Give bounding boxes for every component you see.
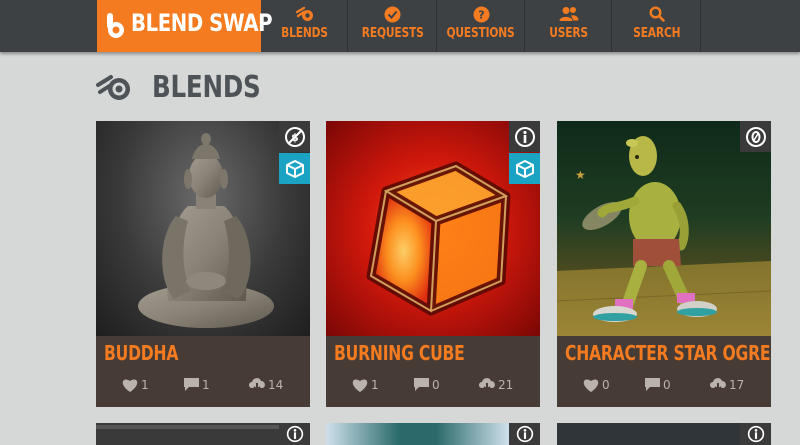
info-icon	[514, 126, 535, 147]
logo-text: BLEND SWAP	[131, 9, 273, 37]
downloads-count[interactable]: 14	[248, 377, 283, 392]
check-circle-icon	[383, 5, 403, 23]
blend-card[interactable]: $ BUDDHA 1 1 14	[96, 121, 310, 407]
downloads-count[interactable]: 21	[478, 377, 513, 392]
cube-badge[interactable]	[279, 153, 310, 184]
heart-icon	[352, 379, 368, 392]
likes-value: 1	[141, 378, 149, 392]
cc-zero-badge[interactable]	[740, 121, 771, 152]
heart-icon	[122, 379, 138, 392]
blend-card[interactable]	[96, 423, 310, 445]
info-icon	[286, 425, 303, 443]
nav-requests[interactable]: REQUESTS	[349, 0, 437, 52]
cube-icon	[285, 159, 304, 178]
comments-value: 1	[202, 377, 210, 392]
blend-thumbnail[interactable]: ★	[557, 121, 771, 336]
no-copyright-icon: $	[284, 126, 305, 147]
blend-thumbnail[interactable]	[326, 423, 509, 445]
info-icon	[747, 425, 764, 443]
blend-thumbnail[interactable]	[96, 121, 310, 336]
likes-value: 0	[602, 378, 610, 392]
buddha-image	[138, 133, 274, 328]
burning-cube-image	[366, 161, 511, 316]
blendswap-logo[interactable]: BLEND SWAP	[97, 0, 273, 52]
cloud-download-icon	[710, 378, 726, 392]
nav-blends[interactable]: BLENDS	[262, 0, 348, 52]
nav-users-label: USERS	[549, 26, 588, 41]
cube-badge[interactable]	[509, 153, 540, 184]
info-badge[interactable]	[509, 423, 540, 445]
cloud-download-icon	[479, 378, 495, 392]
comments-count[interactable]: 0	[413, 377, 440, 392]
nav-blends-label: BLENDS	[281, 26, 328, 41]
info-icon	[516, 425, 533, 443]
heart-icon	[583, 379, 599, 392]
blender-icon	[96, 75, 130, 100]
downloads-count[interactable]: 17	[709, 377, 744, 392]
blend-thumbnail[interactable]	[557, 423, 740, 445]
question-circle-icon: ?	[471, 5, 491, 23]
blend-card[interactable]	[326, 423, 540, 445]
blend-stats: 0 0 17	[557, 377, 771, 399]
comments-count[interactable]: 1	[183, 377, 210, 392]
blend-thumbnail[interactable]	[326, 121, 540, 336]
logo-mark-icon	[107, 13, 124, 38]
comments-count[interactable]: 0	[644, 377, 671, 392]
likes-count[interactable]: 0	[582, 377, 610, 393]
users-icon	[559, 5, 579, 23]
info-badge[interactable]	[509, 121, 540, 152]
info-badge[interactable]	[740, 423, 771, 445]
likes-count[interactable]: 1	[121, 377, 149, 393]
nav-search[interactable]: SEARCH	[613, 0, 701, 52]
nav-users[interactable]: USERS	[526, 0, 612, 52]
page-title: BLENDS	[152, 70, 261, 105]
blend-card[interactable]: ★ CHARACTER STAR OGRE 0 0 17	[557, 121, 771, 407]
info-badge[interactable]	[279, 423, 310, 445]
likes-value: 1	[371, 378, 379, 392]
likes-count[interactable]: 1	[351, 377, 379, 393]
svg-text:★: ★	[575, 168, 586, 182]
comments-value: 0	[432, 377, 440, 392]
nav-search-label: SEARCH	[632, 26, 681, 41]
nav-questions-label: QUESTIONS	[446, 26, 516, 41]
blend-thumbnail[interactable]	[96, 423, 279, 445]
thumbnail-strip	[96, 425, 279, 429]
svg-text:?: ?	[478, 8, 484, 21]
blend-stats: 1 1 14	[96, 377, 310, 399]
ogre-character-image: ★	[557, 136, 771, 336]
search-icon	[647, 5, 667, 23]
cube-icon	[515, 159, 534, 178]
comment-icon	[184, 378, 199, 391]
downloads-value: 14	[268, 377, 284, 392]
nav-questions[interactable]: ? QUESTIONS	[438, 0, 525, 52]
blender-icon	[295, 5, 315, 23]
blend-title[interactable]: CHARACTER STAR OGRE	[565, 341, 771, 365]
nav-requests-label: REQUESTS	[361, 26, 424, 41]
downloads-value: 21	[498, 377, 514, 392]
comment-icon	[645, 378, 660, 391]
cloud-download-icon	[249, 378, 265, 392]
zero-icon	[745, 126, 766, 147]
top-nav-bar: BLEND SWAP BLENDS REQUESTS ? QUESTIONS U…	[0, 0, 800, 52]
blend-card[interactable]: BURNING CUBE 1 0 21	[326, 121, 540, 407]
comments-value: 0	[663, 377, 671, 392]
downloads-value: 17	[729, 377, 745, 392]
comment-icon	[414, 378, 429, 391]
no-copyright-badge[interactable]: $	[279, 121, 310, 152]
blend-title[interactable]: BURNING CUBE	[334, 341, 465, 365]
blend-title[interactable]: BUDDHA	[104, 341, 178, 365]
blend-stats: 1 0 21	[326, 377, 540, 399]
blend-card[interactable]	[557, 423, 771, 445]
